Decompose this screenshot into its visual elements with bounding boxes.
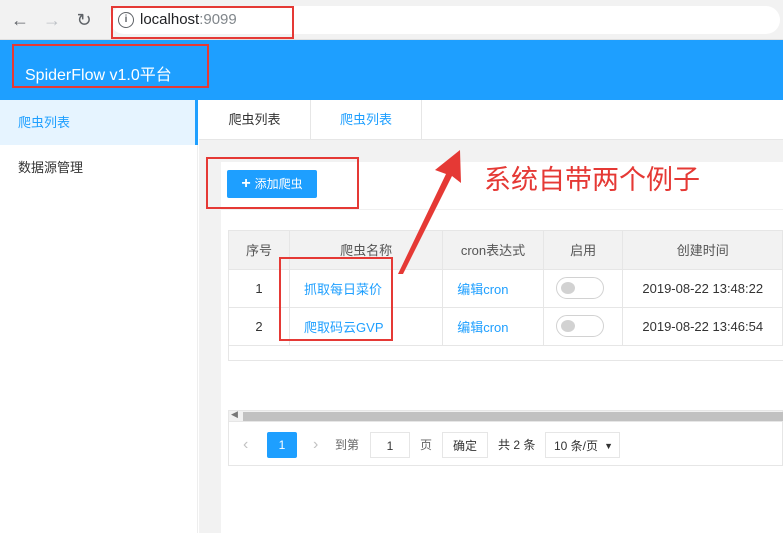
annotation-text: 系统自带两个例子 xyxy=(484,165,700,196)
annotation-arrow-icon xyxy=(398,150,461,274)
